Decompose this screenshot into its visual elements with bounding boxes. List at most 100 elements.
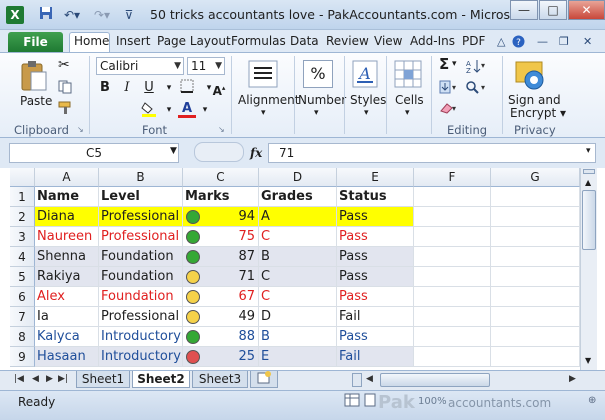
empty-cell[interactable] bbox=[491, 207, 580, 227]
scroll-down-icon[interactable]: ▼ bbox=[585, 356, 591, 365]
find-select-icon[interactable]: ▾ bbox=[465, 80, 487, 96]
save-icon[interactable] bbox=[38, 6, 54, 24]
empty-cell[interactable] bbox=[414, 287, 491, 307]
cell-level[interactable]: Introductory bbox=[99, 347, 183, 367]
empty-cell[interactable] bbox=[491, 287, 580, 307]
header-cell[interactable]: Grades bbox=[259, 187, 337, 207]
scroll-left-icon[interactable]: ◀ bbox=[366, 374, 373, 384]
styles-icon[interactable]: A bbox=[352, 60, 378, 90]
zoom-in-icon[interactable]: ⊕ bbox=[588, 396, 596, 406]
empty-cell[interactable] bbox=[414, 227, 491, 247]
tab-split-handle[interactable] bbox=[352, 373, 362, 387]
empty-cell[interactable] bbox=[414, 327, 491, 347]
column-header[interactable]: D bbox=[259, 168, 337, 187]
empty-cell[interactable] bbox=[414, 267, 491, 287]
excel-app-icon[interactable]: X bbox=[6, 6, 24, 24]
sign-encrypt-icon[interactable] bbox=[514, 58, 548, 94]
copy-icon[interactable] bbox=[58, 80, 73, 96]
format-painter-icon[interactable] bbox=[58, 101, 74, 117]
undo-icon[interactable]: ↶▾ bbox=[60, 6, 84, 24]
sign-and-label[interactable]: Sign and bbox=[508, 93, 561, 107]
grow-font-icon[interactable]: A▴ bbox=[210, 79, 228, 98]
cell-name[interactable]: Rakiya bbox=[35, 267, 99, 287]
window-restore-icon[interactable]: ❐ bbox=[559, 35, 569, 48]
expand-formula-bar-icon[interactable]: ▾ bbox=[586, 147, 591, 156]
row-header[interactable]: 9 bbox=[10, 347, 35, 367]
scroll-up-icon[interactable]: ▲ bbox=[585, 178, 591, 187]
alignment-label[interactable]: Alignment bbox=[238, 93, 299, 107]
close-button[interactable]: ✕ bbox=[568, 0, 605, 20]
cell-level[interactable]: Foundation bbox=[99, 247, 183, 267]
redo-icon[interactable]: ↷▾ bbox=[90, 6, 114, 24]
zoom-level[interactable]: 100% bbox=[418, 396, 447, 407]
tab-pdf[interactable]: PDF bbox=[462, 34, 485, 48]
column-header[interactable]: B bbox=[99, 168, 183, 187]
paste-icon[interactable] bbox=[20, 60, 48, 94]
cell-level[interactable]: Introductory bbox=[99, 327, 183, 347]
font-size-combo[interactable]: 11 ▼ bbox=[187, 57, 225, 75]
cell-grade[interactable]: B bbox=[259, 247, 337, 267]
cell-name[interactable]: Kalyca bbox=[35, 327, 99, 347]
empty-cell[interactable] bbox=[414, 247, 491, 267]
empty-cell[interactable] bbox=[491, 307, 580, 327]
row-header[interactable]: 1 bbox=[10, 187, 35, 207]
cells-icon[interactable] bbox=[394, 60, 422, 90]
tab-review[interactable]: Review bbox=[326, 34, 369, 48]
fill-down-icon[interactable]: ▾ bbox=[439, 80, 459, 96]
autosum-dropdown-icon[interactable]: ▾ bbox=[452, 60, 457, 69]
clear-icon[interactable]: ▾ bbox=[439, 101, 459, 117]
row-header[interactable]: 4 bbox=[10, 247, 35, 267]
empty-cell[interactable] bbox=[491, 267, 580, 287]
alignment-icon[interactable] bbox=[248, 60, 278, 90]
name-box[interactable]: C5 bbox=[9, 143, 179, 163]
empty-cell[interactable] bbox=[491, 227, 580, 247]
tab-home[interactable]: Home bbox=[74, 34, 109, 48]
cell-marks[interactable]: 87 bbox=[183, 247, 259, 267]
cell-level[interactable]: Foundation bbox=[99, 267, 183, 287]
italic-button[interactable]: I bbox=[118, 79, 136, 97]
cell-status[interactable]: Pass bbox=[337, 227, 414, 247]
customize-qat-icon[interactable]: ⊽ bbox=[122, 6, 136, 24]
cell-grade[interactable]: E bbox=[259, 347, 337, 367]
insert-function-icon[interactable]: fx bbox=[250, 146, 262, 160]
cell-status[interactable]: Pass bbox=[337, 267, 414, 287]
column-header[interactable]: C bbox=[183, 168, 259, 187]
cell-marks[interactable]: 25 bbox=[183, 347, 259, 367]
empty-cell[interactable] bbox=[414, 347, 491, 367]
bold-button[interactable]: B bbox=[96, 79, 114, 97]
horizontal-scroll-thumb[interactable] bbox=[380, 373, 490, 387]
select-all-corner[interactable] bbox=[10, 168, 35, 187]
header-cell[interactable]: Name bbox=[35, 187, 99, 207]
row-header[interactable]: 3 bbox=[10, 227, 35, 247]
styles-label[interactable]: Styles bbox=[350, 93, 386, 107]
font-color-button[interactable]: A bbox=[178, 101, 196, 118]
cell-marks[interactable]: 88 bbox=[183, 327, 259, 347]
column-header[interactable]: G bbox=[491, 168, 580, 187]
header-cell[interactable]: Level bbox=[99, 187, 183, 207]
empty-cell[interactable] bbox=[491, 347, 580, 367]
cut-icon[interactable]: ✂ bbox=[58, 58, 70, 72]
cell-status[interactable]: Pass bbox=[337, 327, 414, 347]
column-header[interactable]: F bbox=[414, 168, 491, 187]
vertical-scroll-thumb[interactable] bbox=[582, 190, 596, 250]
cell-name[interactable]: Alex bbox=[35, 287, 99, 307]
borders-icon[interactable] bbox=[178, 79, 196, 97]
page-layout-view-icon[interactable] bbox=[362, 393, 378, 409]
split-box[interactable] bbox=[583, 169, 595, 174]
empty-cell[interactable] bbox=[491, 187, 580, 207]
tab-add-ins[interactable]: Add-Ins bbox=[410, 34, 455, 48]
row-header[interactable]: 5 bbox=[10, 267, 35, 287]
help-icon[interactable]: ? bbox=[512, 35, 525, 51]
maximize-button[interactable]: □ bbox=[539, 0, 567, 20]
vertical-scrollbar[interactable]: ▲ ▼ bbox=[580, 168, 597, 370]
cell-grade[interactable]: A bbox=[259, 207, 337, 227]
minimize-ribbon-icon[interactable]: △ bbox=[497, 35, 505, 48]
header-cell[interactable]: Status bbox=[337, 187, 414, 207]
worksheet-grid[interactable]: A B C D E F G 1 Name Level Marks Grades … bbox=[10, 168, 580, 370]
cell-status[interactable]: Fail bbox=[337, 347, 414, 367]
font-color-dropdown-icon[interactable]: ▾ bbox=[196, 101, 214, 119]
cell-grade[interactable]: C bbox=[259, 227, 337, 247]
sheet-tab-sheet3[interactable]: Sheet3 bbox=[192, 371, 248, 388]
empty-cell[interactable] bbox=[414, 187, 491, 207]
window-minimize-icon[interactable]: — bbox=[537, 35, 548, 48]
